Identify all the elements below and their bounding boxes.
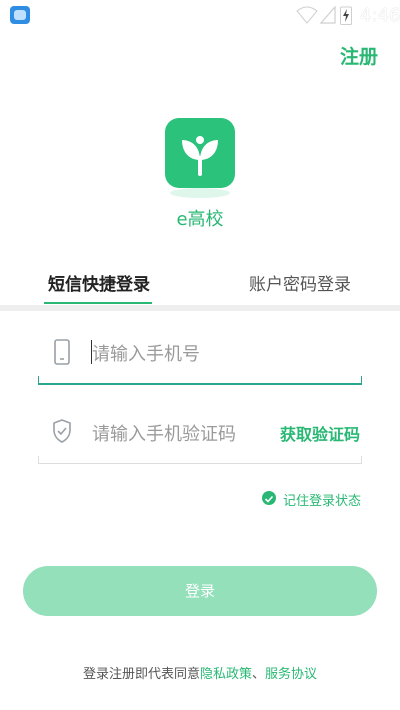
phone-field-edge-left <box>38 376 39 385</box>
status-time: 4:46 <box>360 5 400 26</box>
notification-app-icon <box>10 6 30 24</box>
battery-charging-icon <box>340 5 352 29</box>
privacy-policy-link[interactable]: 隐私政策 <box>200 667 252 682</box>
shield-icon <box>52 419 72 447</box>
wifi-icon <box>296 6 318 28</box>
leaf-logo-icon <box>165 118 235 188</box>
signal-icon <box>319 5 336 28</box>
service-agreement-link[interactable]: 服务协议 <box>265 667 317 682</box>
agreement-separator: 、 <box>252 667 266 682</box>
tab-password-login[interactable]: 账户密码登录 <box>249 270 351 295</box>
phone-input[interactable]: 请输入手机号 <box>92 340 200 366</box>
get-code-button[interactable]: 获取验证码 <box>280 421 360 445</box>
phone-field-edge-right <box>361 376 362 385</box>
code-input[interactable]: 请输入手机验证码 <box>92 420 236 446</box>
remember-login-label[interactable]: 记住登录状态 <box>283 490 361 509</box>
tab-divider <box>0 305 400 311</box>
agreement-text: 登录注册即代表同意隐私政策、服务协议 <box>0 663 400 682</box>
register-link[interactable]: 注册 <box>340 42 378 69</box>
phone-icon <box>52 339 72 369</box>
code-field-underline <box>38 463 362 464</box>
code-field-edge-right <box>361 456 362 464</box>
phone-field-underline <box>38 383 362 385</box>
logo-shadow <box>170 188 230 198</box>
phone-field[interactable] <box>38 330 362 386</box>
code-field-edge-left <box>38 456 39 464</box>
active-tab-indicator <box>44 302 152 304</box>
tab-sms-login[interactable]: 短信快捷登录 <box>48 270 150 295</box>
login-button[interactable]: 登录 <box>23 566 377 616</box>
check-circle-icon[interactable] <box>262 491 276 505</box>
app-name: e高校 <box>176 209 224 230</box>
agreement-prefix: 登录注册即代表同意 <box>82 667 200 682</box>
